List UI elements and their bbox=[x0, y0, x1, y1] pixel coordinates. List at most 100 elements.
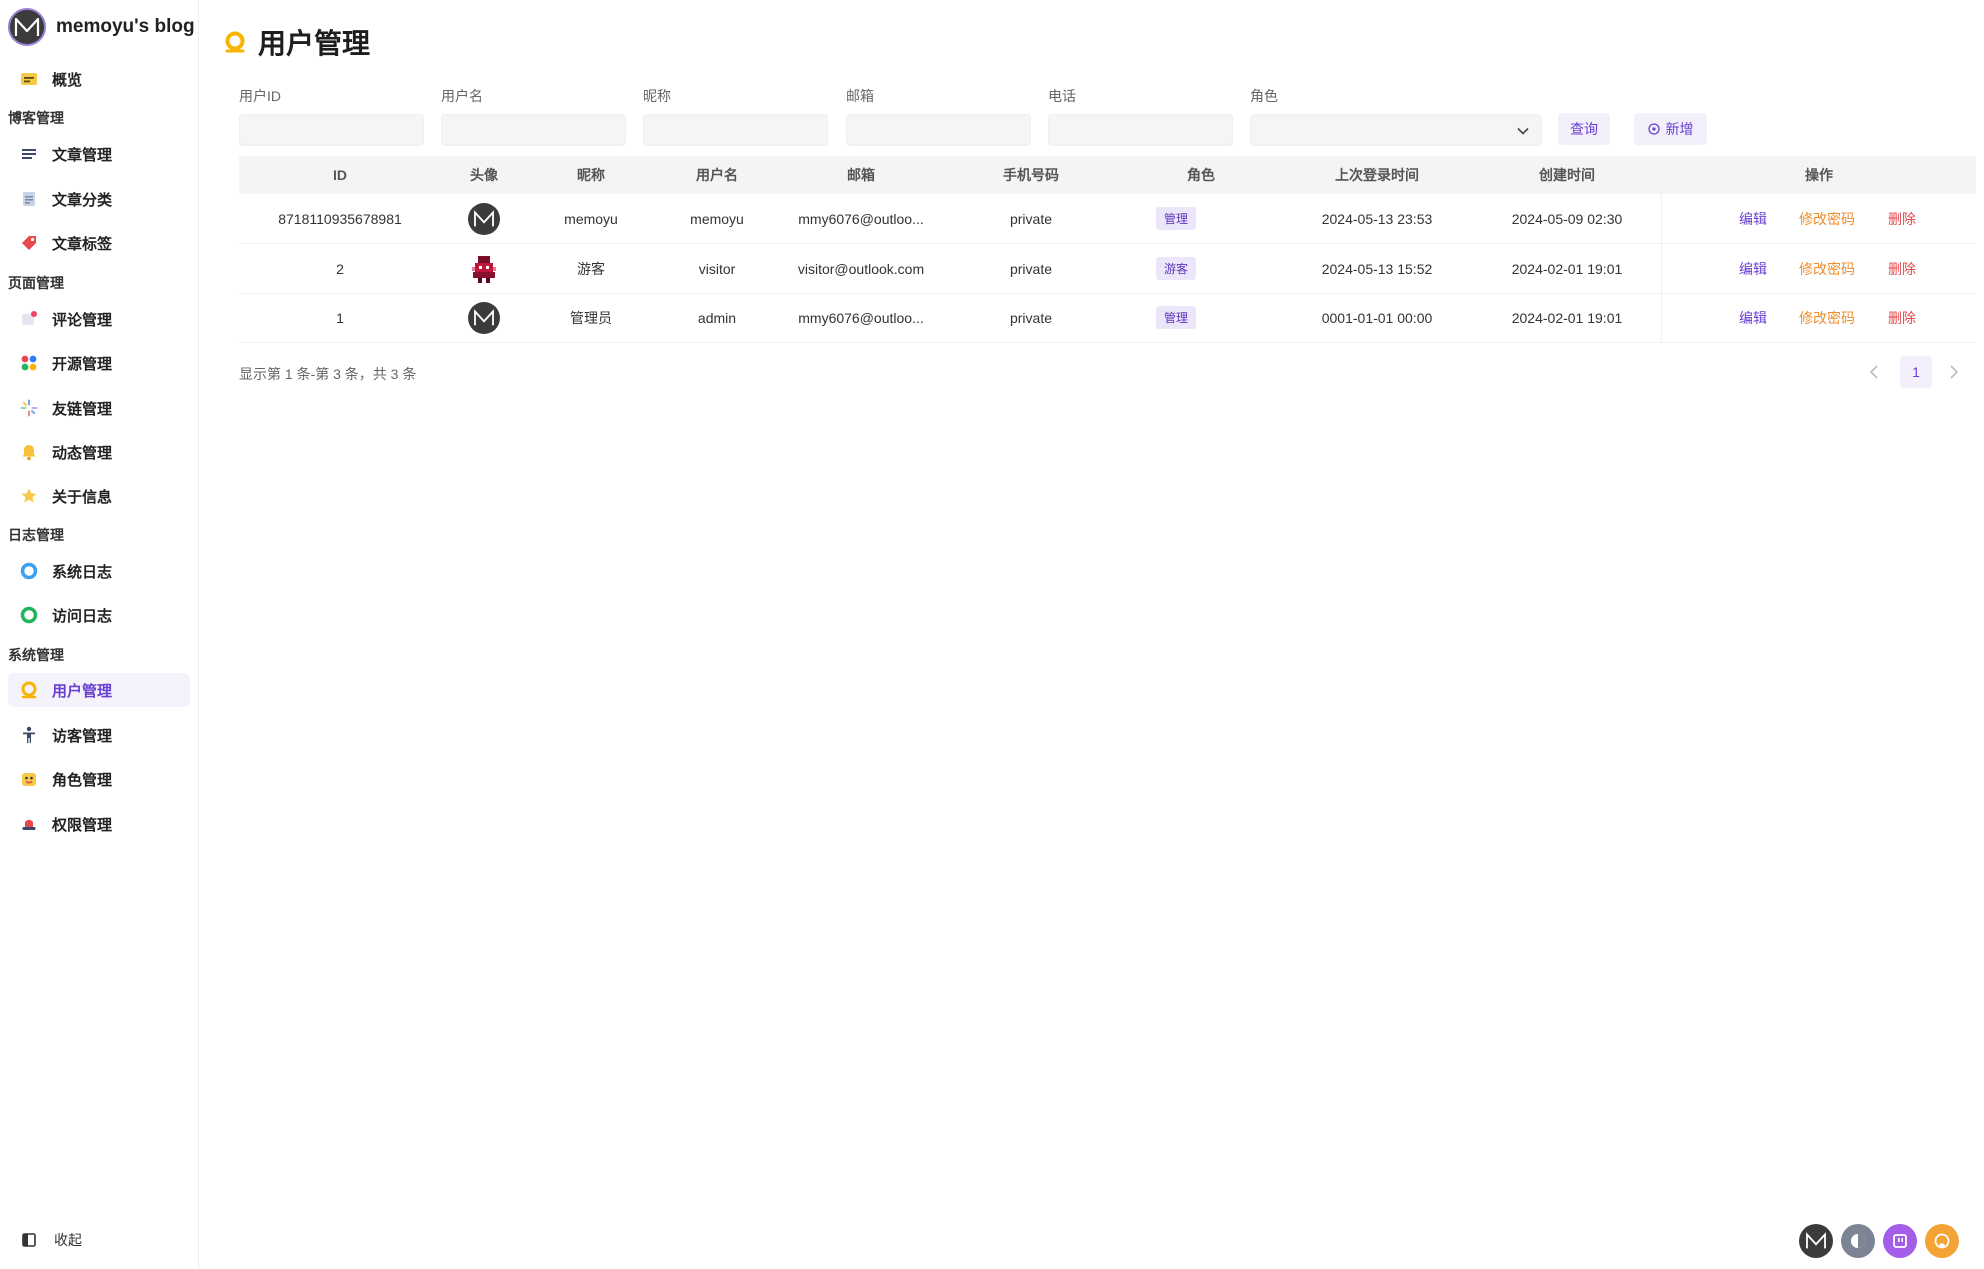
sidebar-item-about[interactable]: 关于信息 bbox=[8, 479, 190, 513]
sidebar-collapse-button[interactable]: 收起 bbox=[8, 1228, 82, 1252]
col-header-nickname: 昵称 bbox=[577, 167, 605, 183]
sidebar-item-visitlog[interactable]: 访问日志 bbox=[8, 598, 190, 632]
cell-phone: private bbox=[1009, 309, 1053, 326]
delete-link[interactable]: 删除 bbox=[1888, 209, 1916, 229]
sidebar-item-label: 概览 bbox=[52, 71, 83, 89]
delete-link[interactable]: 删除 bbox=[1888, 259, 1916, 279]
alarm-button-icon bbox=[18, 813, 40, 835]
filter-user-id-input[interactable] bbox=[239, 114, 424, 146]
person-icon bbox=[18, 724, 40, 746]
page-header: 用户管理 bbox=[222, 22, 370, 62]
cell-role: 管理 bbox=[1156, 194, 1197, 243]
cell-actions: 删除 bbox=[1888, 293, 1916, 342]
cell-actions: 编辑 bbox=[1739, 244, 1767, 293]
sidebar-collapse-label: 收起 bbox=[54, 1232, 82, 1248]
chevron-down-icon bbox=[1517, 122, 1529, 138]
cell-created: 2024-02-01 19:01 bbox=[1511, 260, 1623, 277]
filter-role-select[interactable] bbox=[1250, 114, 1542, 146]
document-icon bbox=[18, 188, 40, 210]
edit-link[interactable]: 编辑 bbox=[1739, 308, 1767, 328]
bell-icon bbox=[18, 441, 40, 463]
sidebar-item-opensource[interactable]: 开源管理 bbox=[8, 346, 190, 380]
sidebar-item-friendlinks[interactable]: 友链管理 bbox=[8, 391, 190, 425]
sidebar-group-blog: 博客管理 bbox=[8, 110, 64, 126]
add-button[interactable]: 新增 bbox=[1634, 113, 1707, 145]
sidebar-item-label: 关于信息 bbox=[52, 488, 113, 506]
sidebar-item-tags[interactable]: 文章标签 bbox=[8, 226, 190, 260]
filter-username-input[interactable] bbox=[441, 114, 626, 146]
delete-link[interactable]: 删除 bbox=[1888, 308, 1916, 328]
sidebar-item-label: 系统日志 bbox=[52, 563, 113, 581]
cell-actions: 修改密码 bbox=[1799, 244, 1855, 293]
cell-actions: 修改密码 bbox=[1799, 293, 1855, 342]
sidebar-group-page: 页面管理 bbox=[8, 275, 64, 291]
change-password-link[interactable]: 修改密码 bbox=[1799, 259, 1855, 279]
sparkle-icon bbox=[18, 397, 40, 419]
filter-email-label: 邮箱 bbox=[846, 88, 874, 104]
change-password-link[interactable]: 修改密码 bbox=[1799, 209, 1855, 229]
sidebar-item-permissions[interactable]: 权限管理 bbox=[8, 807, 190, 841]
sidebar-item-roles[interactable]: 角色管理 bbox=[8, 762, 190, 796]
role-tag: 管理 bbox=[1156, 207, 1197, 230]
filter-nickname-input[interactable] bbox=[643, 114, 828, 146]
comment-icon bbox=[18, 308, 40, 330]
sidebar-item-articles[interactable]: 文章管理 bbox=[8, 137, 190, 171]
notebook-icon bbox=[18, 68, 40, 90]
floating-avatar-button[interactable] bbox=[1799, 1224, 1833, 1258]
cell-actions: 删除 bbox=[1888, 244, 1916, 293]
floating-theme-button[interactable] bbox=[1841, 1224, 1875, 1258]
star-icon bbox=[18, 485, 40, 507]
github-icon bbox=[1933, 1232, 1951, 1250]
add-button-label: 新增 bbox=[1665, 121, 1694, 137]
sidebar-item-overview[interactable]: 概览 bbox=[8, 62, 190, 96]
floating-twitch-button[interactable] bbox=[1883, 1224, 1917, 1258]
floating-github-button[interactable] bbox=[1925, 1224, 1959, 1258]
col-header-phone: 手机号码 bbox=[1003, 167, 1059, 183]
cell-nickname: 游客 bbox=[577, 260, 605, 277]
cell-id: 2 bbox=[336, 260, 344, 277]
filter-phone-input[interactable] bbox=[1048, 114, 1233, 146]
pagination-summary: 显示第 1 条-第 3 条，共 3 条 bbox=[239, 366, 417, 382]
pagination-prev-button[interactable] bbox=[1864, 360, 1884, 384]
cell-created: 2024-02-01 19:01 bbox=[1511, 309, 1623, 326]
cell-last-login: 2024-05-13 15:52 bbox=[1321, 260, 1433, 277]
cell-avatar bbox=[468, 244, 500, 293]
brand-logo-icon bbox=[1805, 1232, 1827, 1250]
sidebar-item-moments[interactable]: 动态管理 bbox=[8, 435, 190, 469]
change-password-link[interactable]: 修改密码 bbox=[1799, 308, 1855, 328]
plus-circle-icon bbox=[1647, 123, 1660, 135]
filter-role-label: 角色 bbox=[1250, 88, 1278, 104]
filter-username-label: 用户名 bbox=[441, 88, 483, 104]
edit-link[interactable]: 编辑 bbox=[1739, 209, 1767, 229]
pagination-next-button[interactable] bbox=[1944, 360, 1964, 384]
sidebar-item-categories[interactable]: 文章分类 bbox=[8, 182, 190, 216]
search-button[interactable]: 查询 bbox=[1558, 113, 1610, 145]
sidebar-item-label: 用户管理 bbox=[52, 682, 113, 700]
filter-user-id-label: 用户ID bbox=[239, 88, 281, 104]
filter-email-input[interactable] bbox=[846, 114, 1031, 146]
pagination-page-1[interactable]: 1 bbox=[1900, 356, 1932, 388]
cell-phone: private bbox=[1009, 260, 1053, 277]
col-header-role: 角色 bbox=[1187, 167, 1215, 183]
edit-link[interactable]: 编辑 bbox=[1739, 259, 1767, 279]
ring-blue-icon bbox=[18, 560, 40, 582]
sidebar-item-label: 访问日志 bbox=[52, 607, 113, 625]
sidebar-item-label: 文章管理 bbox=[52, 146, 113, 164]
sidebar-item-visitors[interactable]: 访客管理 bbox=[8, 718, 190, 752]
sidebar-item-syslog[interactable]: 系统日志 bbox=[8, 554, 190, 588]
col-header-username: 用户名 bbox=[696, 167, 738, 183]
sidebar-item-label: 文章分类 bbox=[52, 191, 113, 209]
cell-id: 8718110935678981 bbox=[278, 210, 402, 227]
avatar bbox=[468, 252, 500, 285]
cell-last-login: 0001-01-01 00:00 bbox=[1321, 309, 1433, 326]
cell-role: 游客 bbox=[1156, 244, 1197, 293]
cell-avatar bbox=[468, 194, 500, 243]
filter-nickname-label: 昵称 bbox=[643, 88, 671, 104]
sidebar-item-comments[interactable]: 评论管理 bbox=[8, 302, 190, 336]
user-icon bbox=[222, 29, 248, 55]
col-header-actions: 操作 bbox=[1805, 167, 1833, 183]
cell-username: visitor bbox=[698, 260, 736, 277]
brand[interactable]: memoyu's blog bbox=[8, 8, 195, 46]
chevron-left-icon bbox=[1870, 365, 1878, 379]
sidebar-item-users[interactable]: 用户管理 bbox=[8, 673, 190, 707]
